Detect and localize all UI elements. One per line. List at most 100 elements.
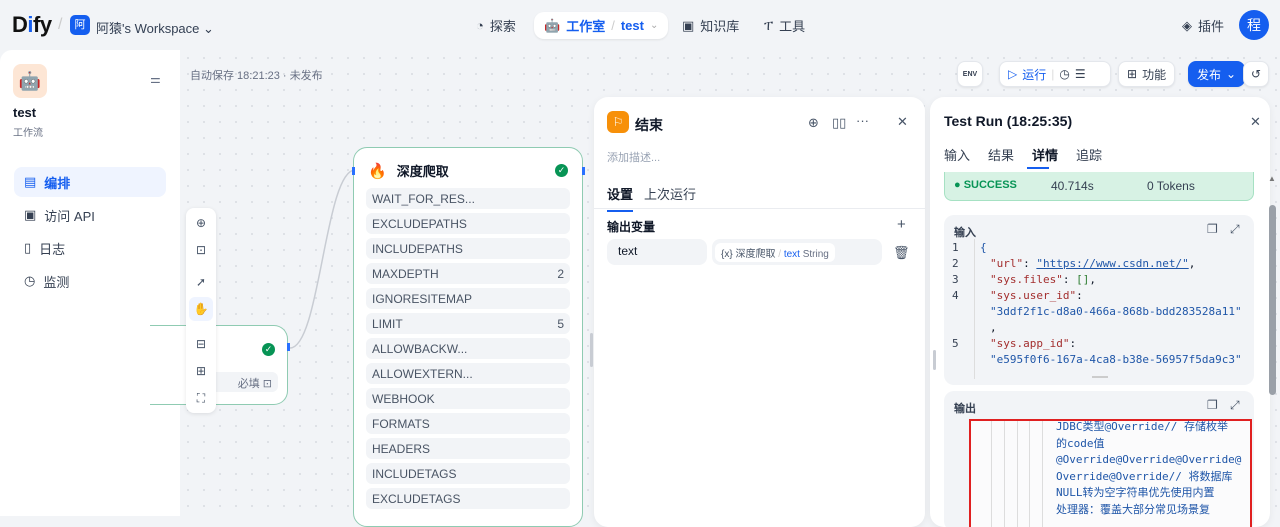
node-field: EXCLUDEPATHS <box>366 213 570 234</box>
nav-label: 探索 <box>489 19 516 34</box>
line-number: 1 <box>952 241 959 254</box>
version-history-icon[interactable]: ↺ <box>1243 61 1269 87</box>
nav-explore[interactable]: ◔ 探索 <box>466 12 526 39</box>
breadcrumb-app[interactable]: test <box>621 18 644 33</box>
locate-icon[interactable]: ⊕ <box>808 115 819 131</box>
history-icon[interactable]: ◷ <box>1059 67 1069 81</box>
workspace-selector[interactable]: 阿猿's Workspace ⌄ <box>96 18 214 37</box>
checklist-icon[interactable]: ☰ <box>1075 67 1086 81</box>
nav-knowledge[interactable]: ▣ 知识库 <box>672 12 749 39</box>
fit-view-icon[interactable]: ⛶ <box>189 386 213 410</box>
code-line: "url": "https://www.csdn.net/", <box>990 257 1196 270</box>
avatar[interactable]: 程 <box>1239 10 1269 40</box>
run-group: ▷ 运行 | ◷ ☰ <box>999 61 1111 87</box>
tab-last-run[interactable]: 上次运行 <box>644 184 696 203</box>
code-line: "sys.app_id": <box>990 337 1077 350</box>
run-button[interactable]: 运行 <box>1022 66 1046 83</box>
close-icon[interactable]: ✕ <box>1250 114 1261 130</box>
more-icon[interactable]: ··· <box>856 113 869 128</box>
workspace-name: 阿猿's Workspace <box>96 21 200 36</box>
hand-icon[interactable]: ✋ <box>189 297 213 321</box>
field-name: FORMATS <box>372 416 430 431</box>
add-node-icon[interactable]: ⊕ <box>189 211 213 235</box>
output-block: 输出 ❐ ⤢ JDBC类型@Override// 存储枚举 的code值 @Over… <box>944 391 1254 527</box>
scroll-up-icon[interactable]: ▲ <box>1268 174 1276 183</box>
pointer-icon[interactable]: ➚ <box>189 270 213 294</box>
chevron-down-icon: ⌄ <box>1226 67 1237 81</box>
field-name: ALLOWBACKW... <box>372 341 468 356</box>
book-open-icon[interactable]: ▯▯ <box>832 115 846 131</box>
nav-label: 工作室 <box>566 19 606 34</box>
variable-selector[interactable]: {x} 深度爬取 / text String <box>712 239 882 265</box>
run-tabs: 输入 结果 详情 追踪 <box>944 145 1120 164</box>
app-robot-icon: 🤖 <box>13 64 47 98</box>
indent-guide <box>974 239 975 379</box>
variable-name-input[interactable]: text <box>607 239 707 265</box>
env-button[interactable]: ENV <box>957 61 983 87</box>
sidebar-item-orchestrate[interactable]: ▤ 编排 <box>14 167 166 197</box>
resize-handle[interactable] <box>1092 376 1108 378</box>
indent-guide <box>1004 421 1005 527</box>
dify-logo[interactable]: Dify <box>12 12 52 38</box>
output-line: JDBC类型@Override// 存储枚举 <box>1056 420 1228 433</box>
tab-tracing[interactable]: 追踪 <box>1076 148 1102 163</box>
tab-input[interactable]: 输入 <box>944 148 970 163</box>
top-bar: Dify / 阿 阿猿's Workspace ⌄ ◔ 探索 🤖 工作室 / test ⌄… <box>0 0 1280 50</box>
organize-blocks-icon[interactable]: ⊞ <box>189 359 213 383</box>
tab-result[interactable]: 结果 <box>988 148 1014 163</box>
line-number: 4 <box>952 289 959 302</box>
publish-button[interactable]: 发布 ⌄ <box>1188 61 1246 87</box>
sidebar-item-monitor[interactable]: ◷ 监测 <box>14 266 166 296</box>
compass-icon: ◔ <box>476 18 484 33</box>
end-node-icon: ⚐ <box>607 111 629 133</box>
code-value: "e595f0f6-167a-4ca8-b38e-56957f5da9c3" <box>990 353 1242 366</box>
play-icon[interactable]: ▷ <box>1008 67 1017 81</box>
close-icon[interactable]: ✕ <box>897 114 908 130</box>
source-node: 深度爬取 <box>735 249 776 260</box>
output-line: NULL转为空字符串优先使用内置 <box>1056 486 1215 499</box>
section-title: 输出变量 <box>607 220 656 234</box>
apps-icon: ⊞ <box>1127 67 1138 81</box>
add-note-icon[interactable]: ⊡ <box>189 238 213 262</box>
plugins-button[interactable]: ◈ 插件 <box>1172 12 1234 39</box>
sidebar-item-logs[interactable]: ▯ 日志 <box>14 233 166 263</box>
workspace-badge: 阿 <box>70 15 90 35</box>
features-button[interactable]: ⊞ 功能 <box>1118 61 1176 87</box>
panel-resize-handle[interactable] <box>933 350 936 370</box>
node-field: ALLOWEXTERN... <box>366 363 570 384</box>
settings-sliders-icon[interactable]: ⚌ <box>150 72 161 86</box>
scrollbar[interactable] <box>1269 205 1276 395</box>
node-handle[interactable] <box>287 343 290 351</box>
end-node-panel: ⚐ 结束 ⊕ ▯▯ ··· ✕ 添加描述... 设置 上次运行 输出变量 + t… <box>594 97 925 527</box>
deep-crawl-node[interactable]: 🔥 深度爬取 ✓ WAIT_FOR_RES... EXCLUDEPATHS INCL… <box>353 147 583 527</box>
export-image-icon[interactable]: ⊟ <box>189 332 213 356</box>
divider: | <box>1051 67 1055 81</box>
trash-icon[interactable]: 🗑 <box>893 245 910 261</box>
check-icon: ✓ <box>262 343 275 356</box>
active-tab-indicator <box>1027 167 1049 169</box>
sidebar-item-label: 编排 <box>44 175 71 191</box>
test-run-panel: Test Run (18:25:35) ✕ 输入 结果 详情 追踪 ● SUCCESS… <box>930 97 1270 527</box>
expand-icon[interactable]: ⤢ <box>1230 222 1240 237</box>
tab-detail[interactable]: 详情 <box>1032 148 1058 163</box>
nav-tools[interactable]: ፐ 工具 <box>754 12 815 39</box>
node-handle[interactable] <box>582 167 585 175</box>
start-node[interactable]: ✓ 必填 ⊡ <box>150 325 288 405</box>
add-icon[interactable]: + <box>897 216 906 233</box>
sidebar-item-api[interactable]: ▣ 访问 API <box>14 200 166 230</box>
nav-studio[interactable]: 🤖 工作室 / test ⌄ <box>534 12 669 39</box>
field-name: INCLUDETAGS <box>372 466 457 481</box>
expand-icon[interactable]: ⤢ <box>1230 398 1240 413</box>
panel-resize-handle[interactable] <box>590 333 593 367</box>
status-card: ● SUCCESS 40.714s 0 Tokens <box>944 171 1254 201</box>
description-input[interactable]: 添加描述... <box>607 149 660 165</box>
node-field: WEBHOOK <box>366 388 570 409</box>
node-handle[interactable] <box>352 167 355 175</box>
code-comma: , <box>990 321 997 334</box>
field-name: INCLUDEPATHS <box>372 241 463 256</box>
copy-icon[interactable]: ❐ <box>1207 222 1218 236</box>
variable-type: String <box>802 249 829 260</box>
field-name: WEBHOOK <box>372 391 435 406</box>
copy-icon[interactable]: ❐ <box>1207 398 1218 412</box>
source-variable: text <box>783 249 800 260</box>
